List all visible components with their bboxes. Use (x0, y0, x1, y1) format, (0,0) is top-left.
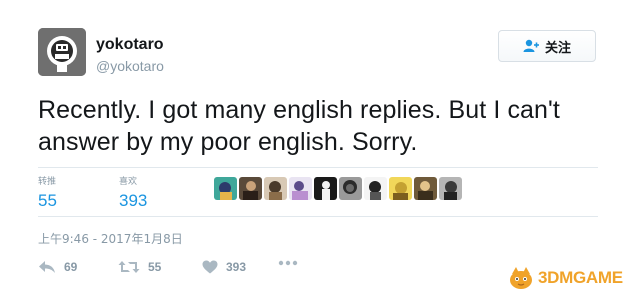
user-handle[interactable]: @yokotaro (96, 58, 164, 74)
likes-count: 393 (119, 191, 148, 210)
reply-icon (39, 261, 55, 273)
tweet-text-line: answer by my poor english. Sorry. (38, 128, 418, 156)
add-user-icon (523, 39, 539, 52)
follow-label: 关注 (544, 40, 571, 56)
display-name[interactable]: yokotaro (96, 36, 164, 54)
likes-label: 喜欢 (119, 177, 138, 187)
retweet-icon (118, 261, 140, 273)
tweet-timestamp[interactable]: 上午9:46 - 2017年1月8日 (38, 230, 183, 247)
liker-avatar[interactable] (214, 177, 237, 200)
retweet-button[interactable]: 55 (118, 260, 161, 274)
follow-button[interactable]: 关注 (498, 30, 596, 62)
mascot-icon (510, 267, 532, 289)
user-avatar[interactable] (38, 28, 86, 76)
liker-avatar[interactable] (414, 177, 437, 200)
liker-avatar[interactable] (264, 177, 287, 200)
more-button[interactable] (278, 260, 298, 266)
liker-avatar[interactable] (439, 177, 462, 200)
divider (38, 216, 598, 217)
liker-avatar[interactable] (289, 177, 312, 200)
like-count: 393 (226, 260, 247, 274)
liker-avatar[interactable] (364, 177, 387, 200)
more-icon (278, 260, 298, 266)
watermark: 3DMGAME (508, 265, 623, 291)
tweet-text-line: Recently. I got many english replies. Bu… (38, 96, 560, 124)
retweets-count: 55 (38, 191, 57, 210)
watermark-text: 3DMGAME (538, 268, 623, 287)
tweet-card: yokotaro @yokotaro 关注 Recently. I got ma… (0, 0, 635, 300)
liker-avatars (214, 177, 462, 200)
liker-avatar[interactable] (314, 177, 337, 200)
retweets-stat[interactable]: 转推 55 (38, 174, 57, 211)
reply-button[interactable]: 69 (38, 260, 77, 274)
retweets-label: 转推 (38, 177, 57, 187)
liker-avatar[interactable] (389, 177, 412, 200)
liker-avatar[interactable] (239, 177, 262, 200)
liker-avatar[interactable] (339, 177, 362, 200)
retweet-count: 55 (148, 260, 162, 274)
likes-stat[interactable]: 喜欢 393 (119, 174, 147, 211)
tweet-text: Recently. I got many english replies. Bu… (38, 94, 598, 158)
like-button[interactable]: 393 (202, 260, 246, 274)
reply-count: 69 (64, 260, 78, 274)
divider (38, 167, 598, 168)
heart-icon (202, 260, 218, 274)
